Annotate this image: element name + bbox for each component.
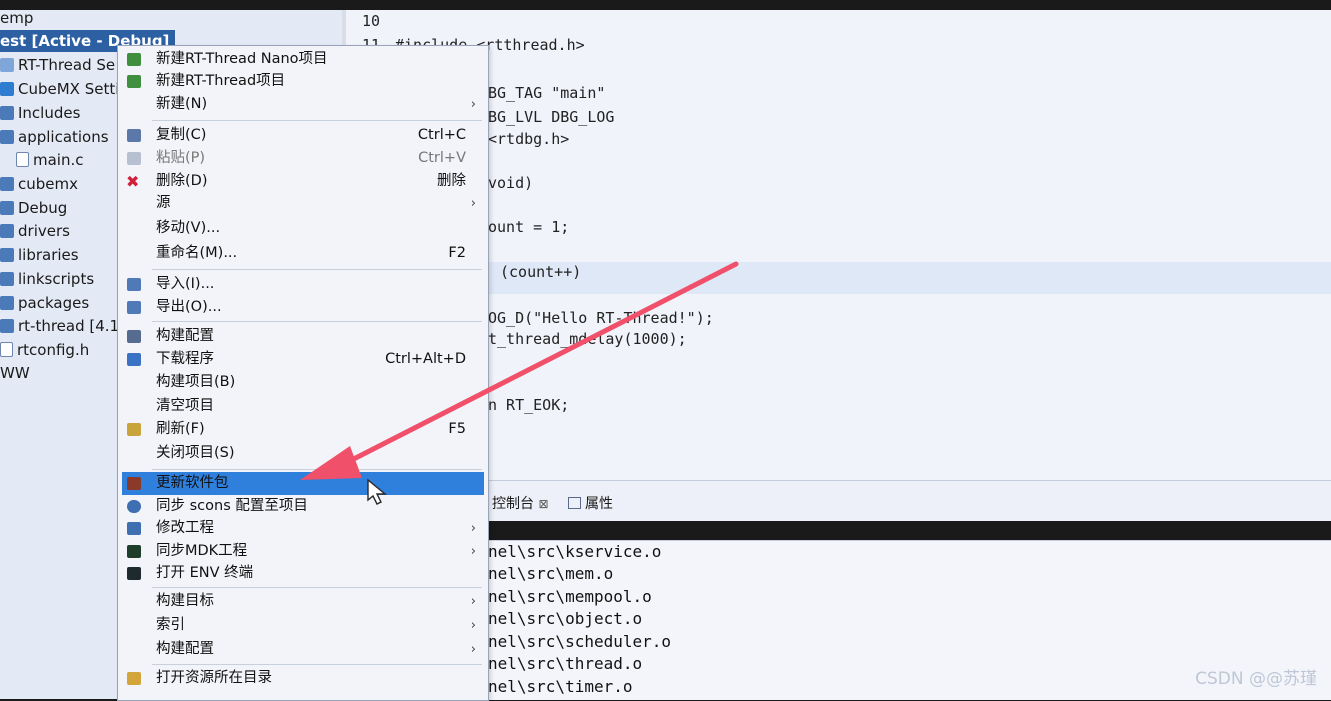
watermark: CSDN @@苏瑾 xyxy=(1195,669,1317,689)
annotation-arrow-shaft xyxy=(337,261,739,469)
annotation-arrow xyxy=(300,261,739,505)
annotation-arrow-head xyxy=(300,446,362,480)
mouse-cursor-icon xyxy=(367,478,387,505)
